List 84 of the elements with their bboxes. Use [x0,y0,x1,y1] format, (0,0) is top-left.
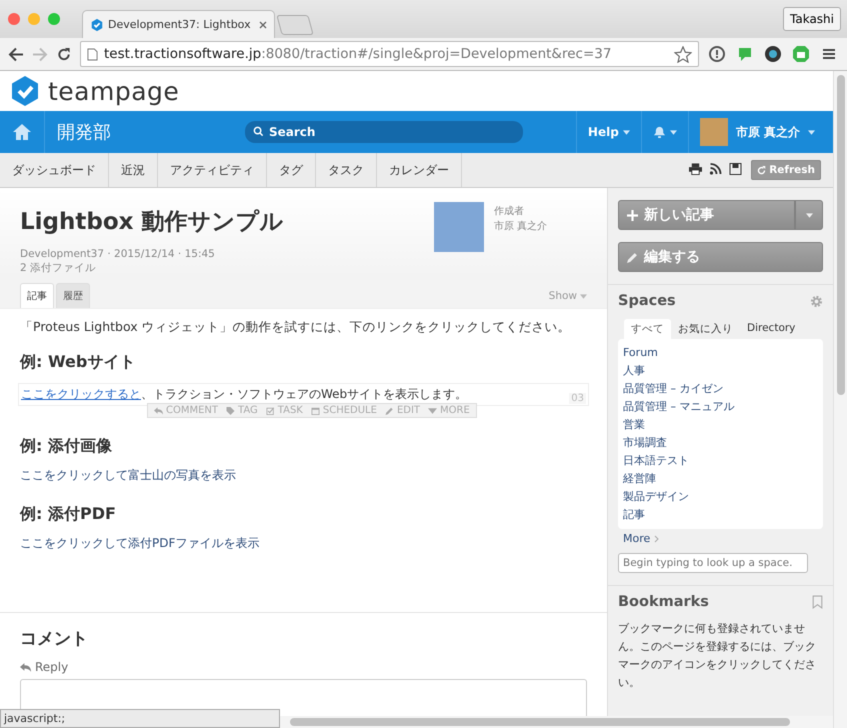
article-tab[interactable]: 履歴 [56,283,90,308]
nav-tab[interactable]: ダッシュボード [0,153,109,187]
bookmarks-title: Bookmarks [618,594,709,610]
logo-wordmark: teampage [48,76,180,106]
space-link[interactable]: 日本語テスト [623,452,818,470]
caret-icon [806,212,812,218]
section-heading: 例: Webサイト [20,352,136,373]
bell-icon [652,126,666,138]
author-label: 作成者 [494,204,525,219]
link[interactable]: ここをクリックすると [21,387,141,401]
search-icon [253,126,264,137]
search-field[interactable]: Search [245,121,523,143]
nav-tab[interactable]: タスク [316,153,377,187]
section-heading: 例: 添付画像 [20,436,113,457]
caret-icon [622,130,630,134]
article-title: Lightbox 動作サンプル [20,208,284,237]
nav-tab[interactable]: カレンダー [377,153,462,187]
link[interactable]: ここをクリックして富士山の写真を表示 [20,468,236,482]
space-link[interactable]: 製品デザイン [623,488,818,506]
spaces-tab[interactable]: Directory [740,319,802,339]
reply-link[interactable]: Reply [20,660,68,674]
browser-tab[interactable]: Development37: Lightbox [82,10,275,38]
nav-tab[interactable]: 近況 [109,153,158,187]
settings-icon[interactable] [810,294,823,308]
more-link[interactable]: More [623,532,660,545]
new-tab-button[interactable] [276,15,314,35]
nav-tab[interactable]: アクティビティ [158,153,267,187]
close-icon[interactable] [258,20,267,28]
bookmarks-message: ブックマークに何も登録されていません。このページを登録するには、ブックマークのアイコンをクリックしてください。 [618,621,817,691]
section-heading: 例: 添付PDF [20,504,117,525]
space-link[interactable]: 経営陣 [623,470,818,488]
zoom-button[interactable] [48,13,60,25]
dropdown-button[interactable] [795,200,823,230]
reply-arrow-icon [154,406,163,414]
article-meta: Development37 · 2015/12/14 · 15:45 [20,247,216,261]
avatar-placeholder [700,118,728,146]
space-lookup-field[interactable]: Begin typing to look up a space. [618,553,808,573]
space-link[interactable]: 品質管理 – カイゼン [623,380,818,398]
forward-icon[interactable] [32,46,48,62]
refresh-icon [757,166,766,174]
chevron-icon [654,534,660,542]
logo-icon [10,75,40,107]
reply-arrow-icon [20,662,31,672]
tag-icon [226,406,236,414]
space-link[interactable]: 記事 [623,506,818,524]
avatar-placeholder [434,202,484,252]
info-icon[interactable] [707,44,727,64]
reload-icon[interactable] [56,46,72,62]
status-bar: javascript:; [0,709,280,728]
space-link[interactable]: Forum [623,344,818,362]
profile-button[interactable]: Takashi [783,7,841,31]
close-button[interactable] [8,13,20,25]
paragraph-number: 03 [569,393,586,404]
page-icon [87,48,98,60]
space-title[interactable]: 開発部 [45,120,123,144]
caret-icon [580,294,587,298]
intro-paragraph: 「Proteus Lightbox ウィジェット」の動作を試すには、下のリンクをクリックしてください。 [20,319,572,336]
article-tab[interactable]: 記事 [20,283,54,308]
logo-icon [90,18,104,32]
star-icon[interactable] [674,46,692,62]
scrollbar-thumb[interactable] [290,718,790,726]
bookmark-icon[interactable] [812,595,823,609]
caret-icon [808,130,815,134]
address-bar[interactable]: test.tractionsoftware.jp:8080/traction#/single&proj=Development&rec=37 [80,41,699,67]
spaces-title: Spaces [618,293,676,309]
checkbox-icon [266,406,275,414]
back-icon[interactable] [8,46,24,62]
comments-heading: コメント [20,628,89,650]
scrollbar-thumb[interactable] [836,75,844,395]
space-link[interactable]: 人事 [623,362,818,380]
spaces-tab[interactable]: すべて [624,319,671,339]
spaces-tab[interactable]: お気に入り [671,319,740,339]
calendar-icon [310,406,320,414]
camera-lens-icon[interactable] [763,44,783,64]
nav-tab[interactable]: タグ [267,153,316,187]
link[interactable]: ここをクリックして添付PDFファイルを表示 [20,536,260,550]
caret-icon [670,130,677,134]
caret-icon [428,406,438,414]
space-link[interactable]: 市場調査 [623,434,818,452]
space-link[interactable]: 営業 [623,416,818,434]
space-link[interactable]: 品質管理 – マニュアル [623,398,818,416]
pencil-icon [384,406,394,414]
plus-icon [627,210,638,220]
pencil-icon [627,252,638,262]
